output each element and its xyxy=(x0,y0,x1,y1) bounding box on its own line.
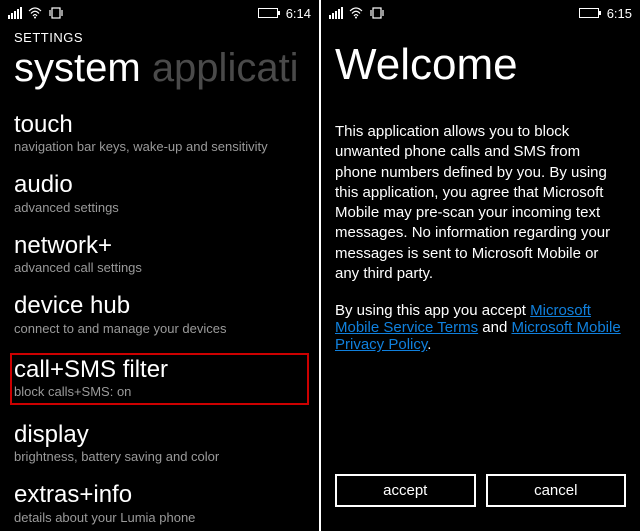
welcome-screen: 6:15 Welcome This application allows you… xyxy=(321,0,640,531)
settings-item-extras-info[interactable]: extras+info details about your Lumia phon… xyxy=(14,481,305,525)
cancel-button[interactable]: cancel xyxy=(486,474,627,507)
item-title: network+ xyxy=(14,233,305,259)
status-bar: 6:14 xyxy=(0,0,319,26)
item-title: display xyxy=(14,422,305,448)
pivot-applications[interactable]: applicati xyxy=(152,46,299,90)
settings-item-audio[interactable]: audio advanced settings xyxy=(14,171,305,215)
item-title: audio xyxy=(14,172,305,198)
clock: 6:14 xyxy=(286,6,311,21)
item-subtitle: advanced settings xyxy=(14,200,305,215)
pivot-system[interactable]: system xyxy=(14,46,141,90)
item-subtitle: advanced call settings xyxy=(14,260,305,275)
terms-and: and xyxy=(478,319,511,336)
settings-item-network-[interactable]: network+advanced call settings xyxy=(14,232,305,276)
settings-list[interactable]: touchnavigation bar keys, wake-up and se… xyxy=(14,111,305,526)
welcome-body: This application allows you to block unw… xyxy=(335,122,626,284)
wifi-icon xyxy=(349,7,363,19)
settings-item-call-sms-filter[interactable]: call+SMS filterblock calls+SMS: on xyxy=(10,353,309,405)
settings-overline: SETTINGS xyxy=(14,30,305,45)
settings-item-display[interactable]: displaybrightness, battery saving and co… xyxy=(14,421,305,465)
clock: 6:15 xyxy=(607,6,632,21)
wifi-icon xyxy=(28,7,42,19)
accept-button[interactable]: accept xyxy=(335,474,476,507)
item-title: call+SMS filter xyxy=(14,357,305,383)
signal-icon xyxy=(329,7,343,19)
page-title: Welcome xyxy=(335,42,626,88)
terms-period: . xyxy=(427,336,431,353)
vibrate-icon xyxy=(369,7,385,19)
status-bar: 6:15 xyxy=(321,0,640,26)
settings-item-device-hub[interactable]: device hub connect to and manage your dev… xyxy=(14,292,305,336)
button-row: accept cancel xyxy=(335,474,626,507)
vibrate-icon xyxy=(48,7,64,19)
item-subtitle: brightness, battery saving and color xyxy=(14,449,305,464)
battery-icon xyxy=(258,8,278,18)
item-subtitle: block calls+SMS: on xyxy=(14,384,305,399)
settings-item-touch[interactable]: touchnavigation bar keys, wake-up and se… xyxy=(14,111,305,155)
settings-screen: 6:14 SETTINGS system applicati touchnavi… xyxy=(0,0,319,531)
item-subtitle: details about your Lumia phone xyxy=(14,510,305,525)
item-title: device hub xyxy=(14,293,305,319)
signal-icon xyxy=(8,7,22,19)
terms-prefix: By using this app you accept xyxy=(335,302,530,319)
battery-icon xyxy=(579,8,599,18)
item-title: extras+info xyxy=(14,482,305,508)
pivot-header[interactable]: system applicati xyxy=(14,47,305,89)
terms-line: By using this app you accept Microsoft M… xyxy=(335,302,626,353)
item-subtitle: connect to and manage your devices xyxy=(14,321,305,336)
item-title: touch xyxy=(14,112,305,138)
item-subtitle: navigation bar keys, wake-up and sensiti… xyxy=(14,139,305,154)
